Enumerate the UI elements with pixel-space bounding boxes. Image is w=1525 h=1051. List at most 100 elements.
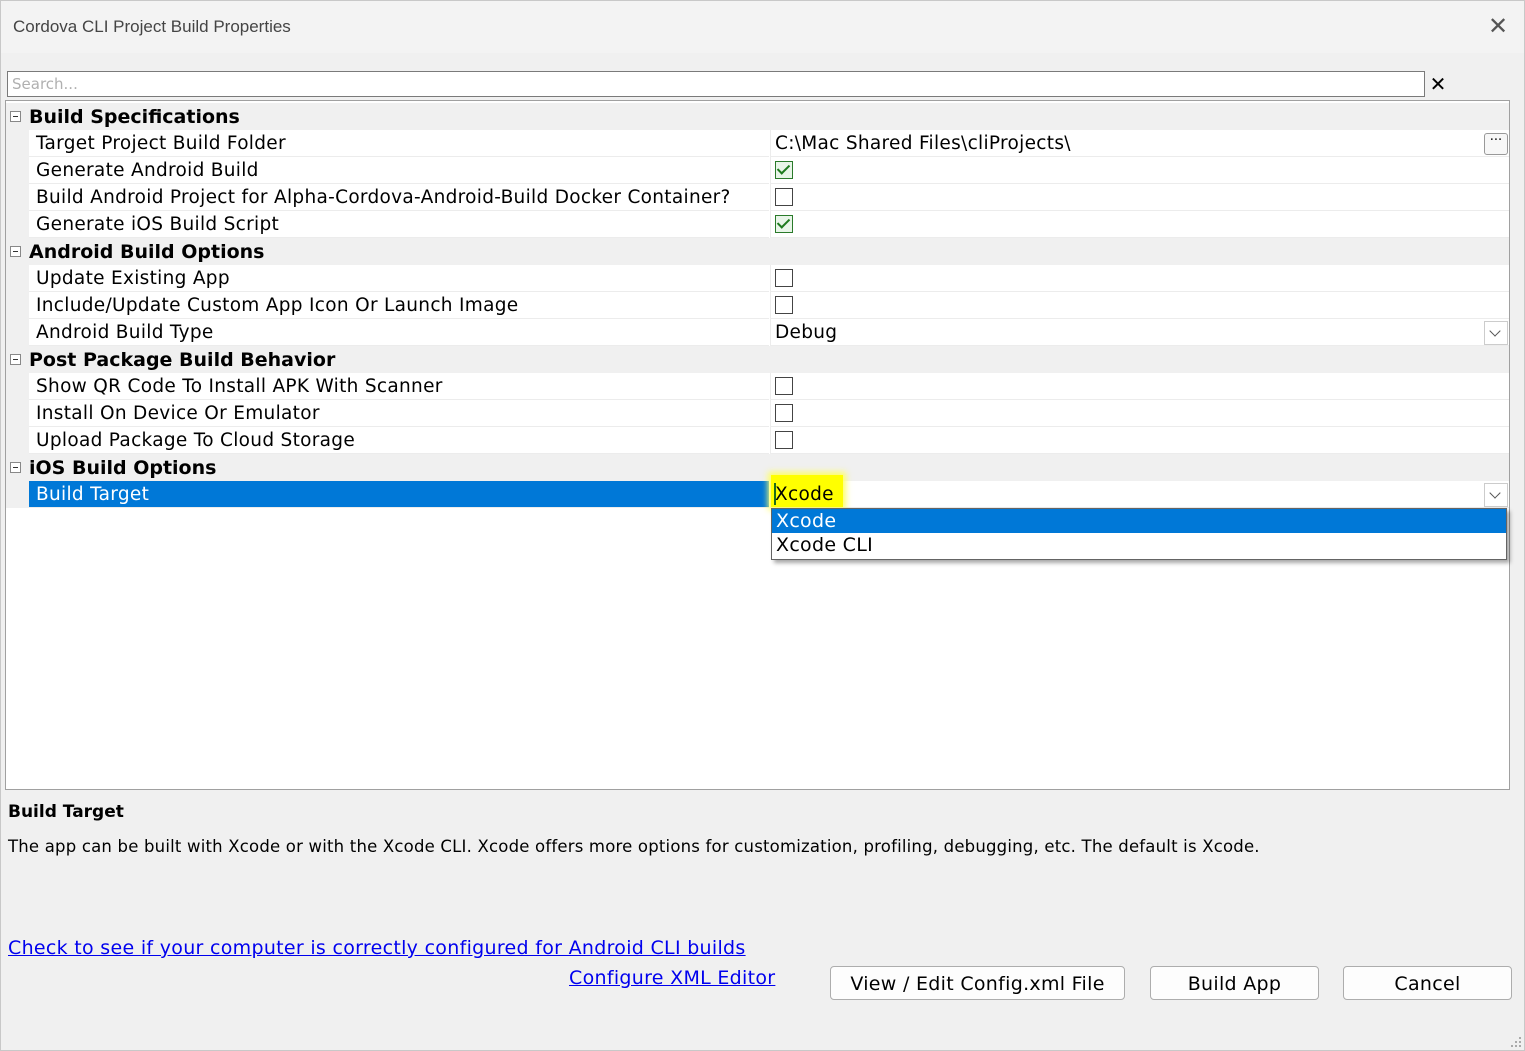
row-gutter (6, 292, 29, 319)
category-label: Post Package Build Behavior (29, 349, 336, 371)
view-edit-config-button[interactable]: View / Edit Config.xml File (830, 966, 1125, 1000)
property-row[interactable]: Show QR Code To Install APK With Scanner (6, 373, 1509, 400)
property-name: Install On Device Or Emulator (36, 403, 320, 424)
android-config-check-link[interactable]: Check to see if your computer is correct… (8, 937, 746, 959)
property-value-cell[interactable]: C:\Mac Shared Files\cliProjects\ ··· (770, 130, 1509, 157)
property-name: Upload Package To Cloud Storage (36, 430, 356, 451)
property-value: Debug (775, 322, 838, 343)
category-row: Android Build Options (6, 238, 1509, 265)
property-name: Android Build Type (36, 322, 214, 343)
property-name-cell[interactable]: Generate Android Build (29, 157, 769, 184)
category-label: Android Build Options (29, 241, 265, 263)
property-value-cell[interactable] (770, 211, 1509, 238)
checkbox[interactable] (775, 377, 793, 395)
property-value-cell[interactable] (770, 400, 1509, 427)
property-value-cell[interactable]: Debug (770, 319, 1509, 346)
chevron-down-icon[interactable] (1484, 321, 1508, 345)
row-gutter (6, 184, 29, 211)
property-value[interactable]: C:\Mac Shared Files\cliProjects\ (775, 133, 1071, 155)
property-row[interactable]: Generate Android Build (6, 157, 1509, 184)
checkbox[interactable] (775, 215, 793, 233)
row-gutter (6, 481, 29, 508)
clear-search-icon[interactable]: ✕ (1429, 73, 1447, 95)
checkbox[interactable] (775, 431, 793, 449)
property-name: Build Target (36, 484, 150, 505)
property-row[interactable]: Upload Package To Cloud Storage (6, 427, 1509, 454)
collapse-icon[interactable] (10, 246, 21, 257)
property-name: Include/Update Custom App Icon Or Launch… (36, 295, 519, 316)
property-name-cell[interactable]: Include/Update Custom App Icon Or Launch… (29, 292, 769, 319)
property-name-cell[interactable]: Target Project Build Folder (29, 130, 769, 157)
property-name: Update Existing App (36, 268, 230, 289)
property-value-cell[interactable] (770, 373, 1509, 400)
property-row[interactable]: Build Target Xcode (6, 475, 1509, 508)
property-grid: Build Specifications Target Project Build… (5, 100, 1510, 790)
configure-xml-editor-link[interactable]: Configure XML Editor (569, 967, 775, 989)
property-value: Xcode (775, 484, 834, 505)
property-row[interactable]: Android Build Type Debug (6, 319, 1509, 346)
property-name-cell[interactable]: Show QR Code To Install APK With Scanner (29, 373, 769, 400)
row-gutter (6, 130, 29, 157)
row-gutter (6, 373, 29, 400)
property-value-cell[interactable] (770, 427, 1509, 454)
property-row[interactable]: Build Android Project for Alpha-Cordova-… (6, 184, 1509, 211)
property-name-cell[interactable]: Install On Device Or Emulator (29, 400, 769, 427)
row-gutter (6, 400, 29, 427)
property-value-cell[interactable] (770, 265, 1509, 292)
property-row[interactable]: Install On Device Or Emulator (6, 400, 1509, 427)
property-row[interactable]: Generate iOS Build Script (6, 211, 1509, 238)
category-row: Build Specifications (6, 103, 1509, 130)
collapse-icon[interactable] (10, 354, 21, 365)
resize-grip-icon[interactable] (1510, 1036, 1522, 1048)
collapse-icon[interactable] (10, 462, 21, 473)
row-gutter (6, 211, 29, 238)
property-name: Target Project Build Folder (36, 133, 286, 154)
property-value-cell[interactable] (770, 157, 1509, 184)
window-title: Cordova CLI Project Build Properties (13, 17, 291, 36)
property-name-cell[interactable]: Build Android Project for Alpha-Cordova-… (29, 184, 769, 211)
checkbox[interactable] (775, 161, 793, 179)
search-input[interactable] (7, 71, 1425, 97)
property-row[interactable]: Include/Update Custom App Icon Or Launch… (6, 292, 1509, 319)
description-title: Build Target (8, 802, 124, 822)
chevron-down-icon[interactable] (1484, 483, 1508, 507)
property-value-cell[interactable] (770, 184, 1509, 211)
checkbox[interactable] (775, 269, 793, 287)
search-bar (7, 71, 1427, 97)
property-name: Generate iOS Build Script (36, 214, 280, 235)
property-name-cell[interactable]: Update Existing App (29, 265, 769, 292)
property-name-cell[interactable]: Android Build Type (29, 319, 769, 346)
category-row: iOS Build Options (6, 454, 1509, 481)
checkbox[interactable] (775, 404, 793, 422)
property-value-cell[interactable]: Xcode (770, 475, 1509, 508)
property-value-cell[interactable] (770, 292, 1509, 319)
dropdown-option[interactable]: Xcode (772, 509, 1506, 533)
row-gutter (6, 265, 29, 292)
property-name-cell[interactable]: Build Target (29, 481, 769, 508)
checkbox[interactable] (775, 188, 793, 206)
category-label: iOS Build Options (29, 457, 217, 479)
property-name-cell[interactable]: Generate iOS Build Script (29, 211, 769, 238)
property-name: Generate Android Build (36, 160, 259, 181)
dialog-window: Cordova CLI Project Build Properties ✕ ✕… (0, 0, 1525, 1051)
row-gutter (6, 157, 29, 184)
cancel-button[interactable]: Cancel (1343, 966, 1512, 1000)
dropdown-option-label: Xcode CLI (776, 534, 874, 556)
row-gutter (6, 427, 29, 454)
browse-ellipsis-button[interactable]: ··· (1484, 133, 1508, 155)
checkbox[interactable] (775, 296, 793, 314)
collapse-icon[interactable] (10, 111, 21, 122)
property-row[interactable]: Target Project Build Folder C:\Mac Shared… (6, 130, 1509, 157)
description-body: The app can be built with Xcode or with … (8, 837, 1260, 856)
close-icon[interactable]: ✕ (1486, 14, 1510, 38)
property-name: Build Android Project for Alpha-Cordova-… (36, 187, 731, 208)
category-label: Build Specifications (29, 106, 240, 128)
category-row: Post Package Build Behavior (6, 346, 1509, 373)
property-name: Show QR Code To Install APK With Scanner (36, 376, 443, 397)
dropdown-option[interactable]: Xcode CLI (772, 533, 1506, 557)
build-app-button[interactable]: Build App (1150, 966, 1319, 1000)
title-bar: Cordova CLI Project Build Properties ✕ (1, 1, 1524, 53)
property-name-cell[interactable]: Upload Package To Cloud Storage (29, 427, 769, 454)
row-gutter (6, 319, 29, 346)
property-row[interactable]: Update Existing App (6, 265, 1509, 292)
